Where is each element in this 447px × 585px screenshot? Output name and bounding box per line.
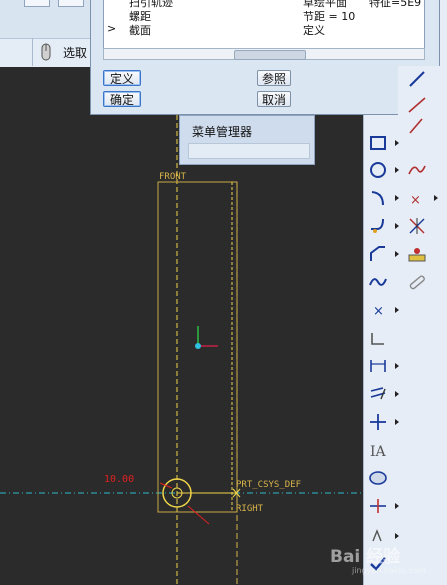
chevron-right-icon[interactable] xyxy=(395,195,399,201)
chevron-right-icon[interactable] xyxy=(395,363,399,369)
chevron-right-icon[interactable] xyxy=(395,223,399,229)
svg-text:×: × xyxy=(373,304,384,319)
chevron-right-icon[interactable] xyxy=(395,391,399,397)
scroll-thumb[interactable] xyxy=(234,50,306,60)
sketch-toolbar-top xyxy=(398,66,447,115)
arc-icon[interactable] xyxy=(367,187,389,209)
toolbar-edge xyxy=(440,0,447,66)
dimension-icon[interactable] xyxy=(367,355,389,377)
palette-icon[interactable] xyxy=(367,467,389,489)
sketch-toolbar: × IA × xyxy=(363,115,447,585)
toolbar-button-2[interactable] xyxy=(58,0,84,7)
sine-curve-icon[interactable] xyxy=(406,159,428,181)
fillet-icon[interactable] xyxy=(367,215,389,237)
expand-icon[interactable]: > xyxy=(107,22,116,35)
define-button[interactable]: 定义 xyxy=(103,70,141,86)
centerline-icon[interactable] xyxy=(367,327,389,349)
mouse-icon xyxy=(41,43,51,61)
link-icon[interactable] xyxy=(406,271,428,293)
svg-text:×: × xyxy=(410,193,421,208)
menu-manager: 菜单管理器 xyxy=(179,115,315,165)
spline-curve-icon[interactable] xyxy=(367,271,389,293)
csys-label: PRT_CSYS_DEF xyxy=(236,480,302,490)
list-row[interactable]: 螺距 节距 = 10 xyxy=(104,8,424,23)
chevron-right-icon[interactable] xyxy=(395,503,399,509)
select-label: 选取 xyxy=(63,45,88,60)
toolbar-button[interactable] xyxy=(24,0,50,7)
chevron-right-icon[interactable] xyxy=(395,140,399,146)
watermark-url: jingyan.baidu.com xyxy=(352,566,426,575)
trim-icon[interactable] xyxy=(367,495,389,517)
chevron-right-icon[interactable] xyxy=(395,167,399,173)
csys-origin xyxy=(195,343,201,349)
element-list[interactable]: 扫引轨迹 草绘平面 特征=5E9 螺距 节距 = 10 > 截面 定义 xyxy=(103,0,425,50)
chevron-right-icon[interactable] xyxy=(395,419,399,425)
front-label: FRONT xyxy=(159,172,187,182)
chamfer-icon[interactable] xyxy=(367,243,389,265)
rectangle-icon[interactable] xyxy=(367,132,389,154)
list-row[interactable]: 扫引轨迹 草绘平面 特征=5E9 xyxy=(104,0,424,9)
chevron-right-icon[interactable] xyxy=(395,533,399,539)
svg-text:IA: IA xyxy=(370,444,387,460)
list-row[interactable]: > 截面 定义 xyxy=(104,22,424,37)
line-icon[interactable] xyxy=(406,68,428,90)
text-icon[interactable]: IA xyxy=(367,439,389,461)
chevron-right-icon[interactable] xyxy=(434,195,438,201)
menu-manager-field[interactable] xyxy=(188,143,310,159)
dimension-value[interactable]: 10.00 xyxy=(104,474,134,485)
point-set-icon[interactable]: × xyxy=(406,187,428,209)
reference-button[interactable]: 参照 xyxy=(257,70,291,86)
chevron-right-icon[interactable] xyxy=(395,251,399,257)
watermark-brand: Bai 经验 xyxy=(330,547,401,567)
cancel-button[interactable]: 取消 xyxy=(257,91,291,107)
right-label: RIGHT xyxy=(236,504,264,514)
circle-icon[interactable] xyxy=(367,159,389,181)
palette-dots-icon[interactable] xyxy=(406,243,428,265)
point-icon[interactable]: × xyxy=(367,299,389,321)
horizontal-scrollbar[interactable] xyxy=(103,48,425,60)
chevron-right-icon[interactable] xyxy=(395,307,399,313)
coordinate-icon[interactable] xyxy=(406,215,428,237)
confirm-button[interactable]: 确定 xyxy=(103,91,141,107)
feature-dialog: 扫引轨迹 草绘平面 特征=5E9 螺距 节距 = 10 > 截面 定义 定义 参… xyxy=(90,0,440,115)
modify-icon[interactable] xyxy=(367,383,389,405)
select-area[interactable]: 选取 xyxy=(32,38,91,66)
spline-icon[interactable] xyxy=(406,94,428,116)
pen-icon[interactable] xyxy=(406,115,428,137)
dimension-leader-2 xyxy=(187,505,210,525)
constraint-icon[interactable] xyxy=(367,411,389,433)
menu-manager-title: 菜单管理器 xyxy=(192,125,253,139)
